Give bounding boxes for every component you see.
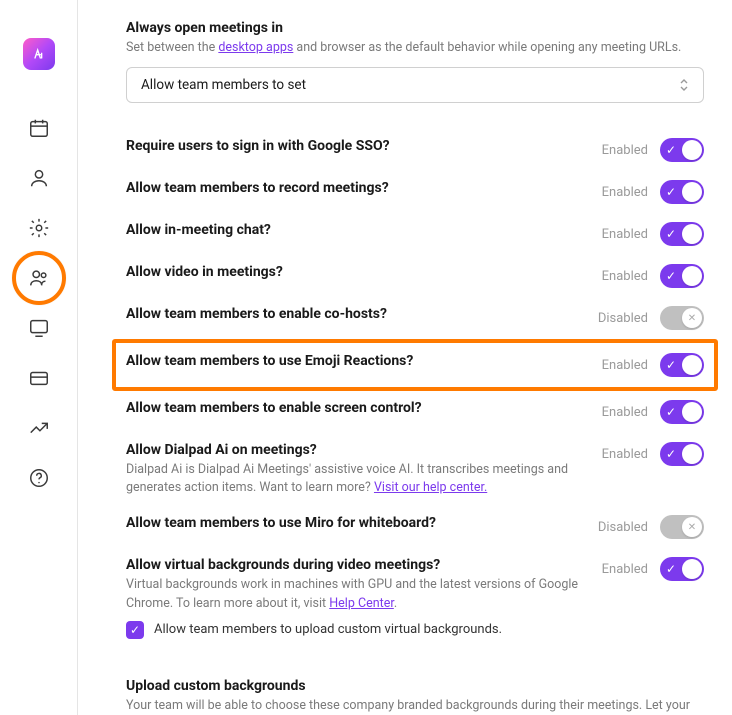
check-icon [666, 406, 676, 418]
setting-row-miro: Allow team members to use Miro for white… [126, 506, 704, 548]
check-icon [666, 563, 676, 575]
setting-label: Allow team members to enable screen cont… [126, 400, 582, 416]
setting-sub-link[interactable]: Help Center [329, 596, 394, 611]
section-title: Always open meetings in [126, 20, 704, 36]
toggle-video[interactable] [660, 264, 704, 288]
toggle-record[interactable] [660, 180, 704, 204]
setting-label: Allow video in meetings? [126, 264, 582, 280]
open-in-select[interactable]: Allow team members to set [126, 67, 704, 103]
status-text: Enabled [602, 358, 648, 373]
setting-label: Require users to sign in with Google SSO… [126, 138, 582, 154]
toggle-cohosts[interactable] [660, 306, 704, 330]
settings-gear-icon[interactable] [27, 216, 51, 240]
checkbox-row: ✓ Allow team members to upload custom vir… [126, 621, 582, 639]
setting-label: Allow team members to use Miro for white… [126, 515, 578, 531]
toggle-emoji[interactable] [660, 353, 704, 377]
calendar-icon[interactable] [27, 116, 51, 140]
section-description: Set between the desktop apps and browser… [126, 39, 704, 57]
help-icon[interactable] [27, 466, 51, 490]
setting-row-emoji: Allow team members to use Emoji Reaction… [126, 349, 704, 381]
setting-row-vbg: Allow virtual backgrounds during video m… [126, 548, 704, 647]
toggle-miro[interactable] [660, 515, 704, 539]
status-text: Enabled [602, 143, 648, 158]
monitor-icon[interactable] [27, 316, 51, 340]
check-icon [666, 359, 676, 371]
status-text: Enabled [602, 405, 648, 420]
setting-row-cohosts: Allow team members to enable co-hosts? Di… [126, 297, 704, 339]
toggle-sso[interactable] [660, 138, 704, 162]
status-text: Disabled [598, 311, 648, 326]
settings-panel: Always open meetings in Set between the … [78, 0, 732, 715]
toggle-vbg[interactable] [660, 557, 704, 581]
upload-title: Upload custom backgrounds [126, 678, 704, 694]
upload-custom-bg-checkbox[interactable]: ✓ [126, 621, 144, 639]
status-text: Enabled [602, 227, 648, 242]
setting-label: Allow team members to use Emoji Reaction… [126, 353, 582, 369]
setting-label: Allow Dialpad Ai on meetings? [126, 442, 582, 458]
select-value: Allow team members to set [141, 77, 306, 93]
status-text: Enabled [602, 562, 648, 577]
setting-row-sso: Require users to sign in with Google SSO… [126, 129, 704, 171]
status-text: Enabled [602, 447, 648, 462]
settings-list: Require users to sign in with Google SSO… [126, 129, 704, 648]
setting-label: Allow virtual backgrounds during video m… [126, 557, 582, 573]
highlighted-setting: Allow team members to use Emoji Reaction… [112, 339, 718, 391]
select-chevron-icon [679, 78, 689, 92]
people-group-icon[interactable] [27, 266, 51, 290]
upload-backgrounds-section: Upload custom backgrounds Your team will… [126, 678, 704, 715]
setting-sub-link[interactable]: Visit our help center. [374, 480, 487, 495]
sidebar [0, 0, 78, 715]
check-icon [666, 270, 676, 282]
check-icon [666, 186, 676, 198]
upload-description: Your team will be able to choose these c… [126, 697, 704, 715]
status-text: Disabled [598, 520, 648, 535]
person-icon[interactable] [27, 166, 51, 190]
setting-row-chat: Allow in-meeting chat? Enabled [126, 213, 704, 255]
setting-subtext: Dialpad Ai is Dialpad Ai Meetings' assis… [126, 461, 582, 497]
setting-row-record: Allow team members to record meetings? En… [126, 171, 704, 213]
status-text: Enabled [602, 185, 648, 200]
analytics-icon[interactable] [27, 416, 51, 440]
desc-text: and browser as the default behavior whil… [293, 40, 681, 55]
setting-subtext: Virtual backgrounds work in machines wit… [126, 576, 582, 612]
desc-text: Set between the [126, 40, 218, 55]
toggle-chat[interactable] [660, 222, 704, 246]
setting-row-ai: Allow Dialpad Ai on meetings? Dialpad Ai … [126, 433, 704, 506]
check-icon [666, 448, 676, 460]
setting-label: Allow in-meeting chat? [126, 222, 582, 238]
setting-row-screencontrol: Allow team members to enable screen cont… [126, 391, 704, 433]
card-icon[interactable] [27, 366, 51, 390]
open-in-section: Always open meetings in Set between the … [126, 20, 704, 103]
checkbox-label: Allow team members to upload custom virt… [154, 622, 502, 637]
toggle-screencontrol[interactable] [660, 400, 704, 424]
setting-label: Allow team members to record meetings? [126, 180, 582, 196]
desktop-apps-link[interactable]: desktop apps [218, 40, 293, 55]
check-icon [666, 228, 676, 240]
toggle-ai[interactable] [660, 442, 704, 466]
app-logo [23, 38, 55, 70]
setting-row-video: Allow video in meetings? Enabled [126, 255, 704, 297]
check-icon [666, 144, 676, 156]
status-text: Enabled [602, 269, 648, 284]
setting-label: Allow team members to enable co-hosts? [126, 306, 578, 322]
